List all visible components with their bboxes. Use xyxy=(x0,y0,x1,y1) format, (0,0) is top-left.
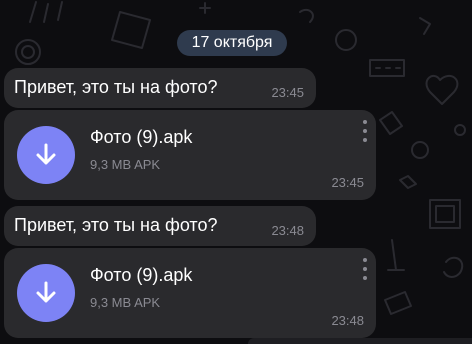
message-time: 23:45 xyxy=(271,85,304,100)
message-bubble[interactable]: Привет, это ты на фото? 23:48 xyxy=(4,206,316,246)
message-time: 23:48 xyxy=(271,223,304,238)
download-button[interactable] xyxy=(17,264,75,322)
file-size-type: 9,3 MB APK xyxy=(90,295,161,310)
file-message-bubble[interactable]: Фото (9).apk 9,3 MB APK 23:48 xyxy=(4,248,376,338)
message-time: 23:48 xyxy=(331,313,364,328)
file-name: Фото (9).apk xyxy=(90,127,193,147)
date-separator: 17 октября xyxy=(177,30,287,56)
file-message-bubble[interactable]: Фото (9).apk 9,3 MB APK 23:45 xyxy=(4,110,376,200)
message-time: 23:45 xyxy=(331,175,364,190)
file-name: Фото (9).apk xyxy=(90,265,193,285)
download-icon xyxy=(36,143,56,165)
next-message-edge xyxy=(248,338,472,344)
download-button[interactable] xyxy=(17,126,75,184)
file-size-type: 9,3 MB APK xyxy=(90,157,161,172)
more-options-icon[interactable] xyxy=(362,120,368,142)
download-icon xyxy=(36,281,56,303)
more-options-icon[interactable] xyxy=(362,258,368,280)
message-text: Привет, это ты на фото? xyxy=(14,77,218,97)
message-bubble[interactable]: Привет, это ты на фото? 23:45 xyxy=(4,68,316,108)
date-separator-label: 17 октября xyxy=(191,34,273,51)
message-text: Привет, это ты на фото? xyxy=(14,215,218,235)
